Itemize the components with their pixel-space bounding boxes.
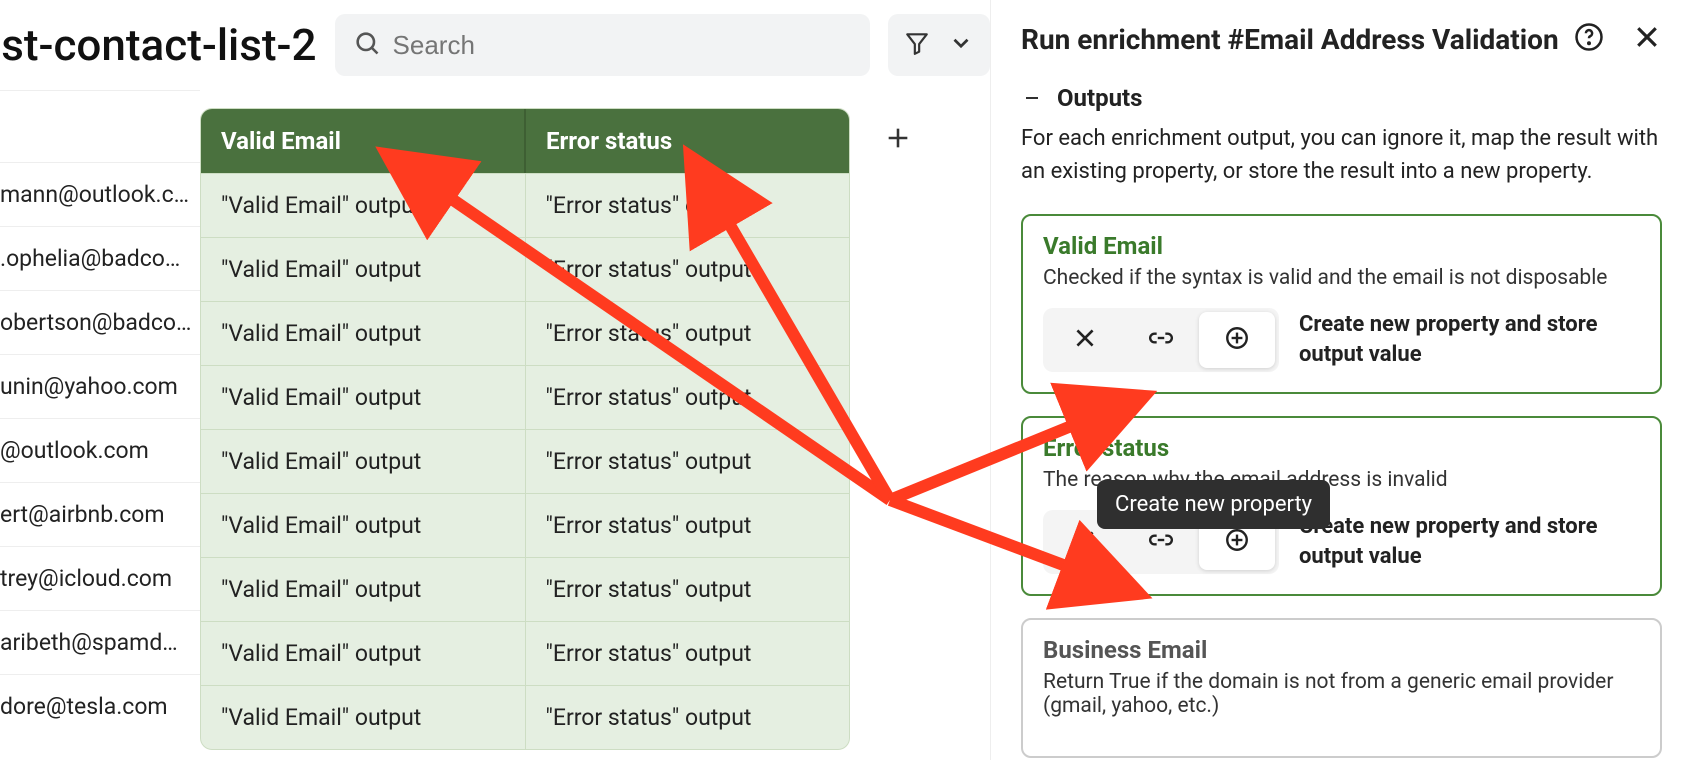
- column-header-error-status[interactable]: Error status: [526, 109, 849, 173]
- table-row[interactable]: trey@icloud.com: [0, 546, 200, 610]
- action-label: Create new property and store output val…: [1299, 310, 1640, 369]
- table-row: "Valid Email" output "Error status" outp…: [201, 173, 849, 237]
- topbar: ist-contact-list-2: [0, 0, 990, 90]
- cell-error[interactable]: "Error status" output: [526, 686, 850, 749]
- cell-valid[interactable]: "Valid Email" output: [201, 174, 526, 237]
- table-row: "Valid Email" output "Error status" outp…: [201, 493, 849, 557]
- search-input[interactable]: [393, 30, 852, 61]
- plus-icon: [884, 124, 912, 156]
- ignore-action-button[interactable]: [1047, 312, 1123, 368]
- section-title: Outputs: [1057, 84, 1143, 112]
- output-title: Valid Email: [1043, 232, 1640, 260]
- chevron-down-icon: [948, 30, 974, 60]
- output-card-valid-email: Valid Email Checked if the syntax is val…: [1021, 214, 1662, 394]
- outputs-section-header[interactable]: Outputs: [1021, 84, 1662, 112]
- cell-valid[interactable]: "Valid Email" output: [201, 622, 526, 685]
- map-action-button[interactable]: [1123, 312, 1199, 368]
- column-header-valid-email[interactable]: Valid Email: [201, 109, 526, 173]
- link-icon: [1148, 325, 1174, 355]
- output-description: Return True if the domain is not from a …: [1043, 670, 1640, 718]
- table-row[interactable]: dore@tesla.com: [0, 674, 200, 738]
- panel-header: Run enrichment #Email Address Validation: [1021, 22, 1662, 56]
- output-action-row: Create new property and store output val…: [1043, 308, 1640, 372]
- table-row[interactable]: mann@outlook.c…: [0, 162, 200, 226]
- table-row[interactable]: aribeth@spamd…: [0, 610, 200, 674]
- create-property-button[interactable]: [1199, 312, 1275, 368]
- output-card-business-email: Business Email Return True if the domain…: [1021, 618, 1662, 758]
- output-columns: Valid Email Error status "Valid Email" o…: [200, 108, 850, 750]
- cell-valid[interactable]: "Valid Email" output: [201, 558, 526, 621]
- plus-circle-icon: [1224, 325, 1250, 355]
- table-row: "Valid Email" output "Error status" outp…: [201, 237, 849, 301]
- close-icon[interactable]: [1632, 22, 1662, 56]
- table-row[interactable]: @outlook.com: [0, 418, 200, 482]
- main-content: ist-contact-list-2 mann@outlook.c… .ophe…: [0, 0, 990, 760]
- cell-valid[interactable]: "Valid Email" output: [201, 302, 526, 365]
- cell-error[interactable]: "Error status" output: [526, 174, 850, 237]
- cell-error[interactable]: "Error status" output: [526, 622, 850, 685]
- table-row[interactable]: ert@airbnb.com: [0, 482, 200, 546]
- column-header-row: Valid Email Error status: [201, 109, 849, 173]
- cell-error[interactable]: "Error status" output: [526, 494, 850, 557]
- table-row[interactable]: .ophelia@badco…: [0, 226, 200, 290]
- cell-error[interactable]: "Error status" output: [526, 558, 850, 621]
- cell-valid[interactable]: "Valid Email" output: [201, 366, 526, 429]
- collapse-icon: [1021, 87, 1043, 109]
- panel-title: Run enrichment #Email Address Validation: [1021, 23, 1559, 56]
- search-icon: [353, 29, 381, 61]
- table-row: "Valid Email" output "Error status" outp…: [201, 621, 849, 685]
- email-column: mann@outlook.c… .ophelia@badco… obertson…: [0, 90, 200, 738]
- output-title: Business Email: [1043, 636, 1640, 664]
- action-segmented-control: [1043, 308, 1279, 372]
- output-description: Checked if the syntax is valid and the e…: [1043, 266, 1640, 290]
- add-column-button[interactable]: [868, 110, 928, 170]
- cell-error[interactable]: "Error status" output: [526, 430, 850, 493]
- table-row: "Valid Email" output "Error status" outp…: [201, 365, 849, 429]
- table-row: "Valid Email" output "Error status" outp…: [201, 301, 849, 365]
- table-row[interactable]: obertson@badco…: [0, 290, 200, 354]
- table-row[interactable]: unin@yahoo.com: [0, 354, 200, 418]
- cell-valid[interactable]: "Valid Email" output: [201, 238, 526, 301]
- section-description: For each enrichment output, you can igno…: [1021, 122, 1662, 188]
- cell-valid[interactable]: "Valid Email" output: [201, 430, 526, 493]
- filter-icon: [904, 30, 930, 60]
- table-row: "Valid Email" output "Error status" outp…: [201, 557, 849, 621]
- cell-valid[interactable]: "Valid Email" output: [201, 686, 526, 749]
- output-title: Error status: [1043, 434, 1640, 462]
- enrichment-panel: Run enrichment #Email Address Validation…: [990, 0, 1682, 760]
- link-icon: [1148, 527, 1174, 557]
- plus-circle-icon: [1224, 527, 1250, 557]
- close-icon: [1072, 527, 1098, 557]
- help-icon[interactable]: [1574, 22, 1604, 56]
- table-row: "Valid Email" output "Error status" outp…: [201, 429, 849, 493]
- tooltip-create-new-property: Create new property: [1097, 480, 1330, 529]
- cell-error[interactable]: "Error status" output: [526, 238, 850, 301]
- filter-dropdown[interactable]: [888, 14, 990, 76]
- list-title: ist-contact-list-2: [0, 19, 317, 71]
- action-label: Create new property and store output val…: [1299, 512, 1640, 571]
- cell-error[interactable]: "Error status" output: [526, 302, 850, 365]
- cell-error[interactable]: "Error status" output: [526, 366, 850, 429]
- search-box[interactable]: [335, 14, 870, 76]
- table-row: "Valid Email" output "Error status" outp…: [201, 685, 849, 749]
- cell-valid[interactable]: "Valid Email" output: [201, 494, 526, 557]
- close-icon: [1072, 325, 1098, 355]
